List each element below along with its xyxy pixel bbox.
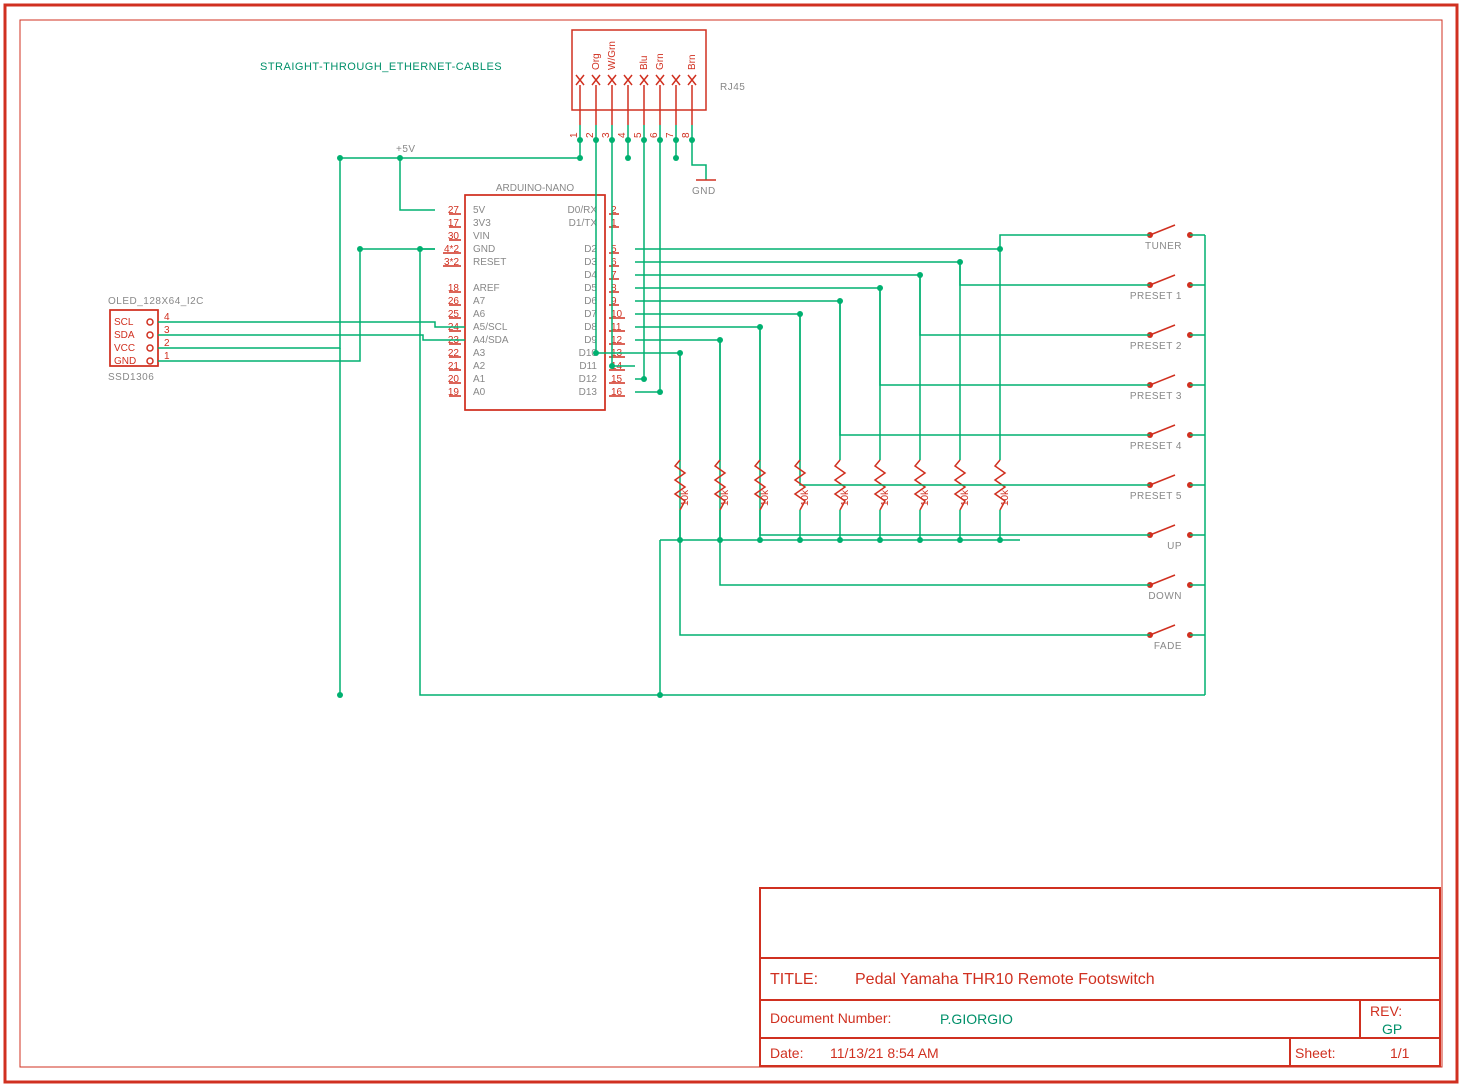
switch-fade: FADE (1154, 641, 1182, 652)
cable-label: STRAIGHT-THROUGH_ETHERNET-CABLES (260, 61, 502, 73)
date-label: Date: (770, 1045, 803, 1061)
resistor-value: 10k (880, 489, 891, 506)
svg-text:A7: A7 (473, 296, 486, 307)
svg-text:GND: GND (473, 244, 495, 255)
svg-text:Brn: Brn (687, 54, 698, 70)
resistor-value: 10k (800, 489, 811, 506)
title-label: TITLE: (770, 971, 818, 988)
sheet-label: Sheet: (1295, 1045, 1335, 1061)
svg-text:VCC: VCC (114, 343, 135, 354)
switch-up: UP (1167, 541, 1182, 552)
svg-text:GND: GND (114, 356, 136, 367)
svg-text:W/Grn: W/Grn (607, 41, 618, 70)
switch-tuner: TUNER (1145, 241, 1182, 252)
svg-text:A1: A1 (473, 374, 486, 385)
svg-text:A2: A2 (473, 361, 486, 372)
arduino-title: ARDUINO-NANO (496, 183, 575, 194)
svg-text:VIN: VIN (473, 231, 490, 242)
svg-text:6: 6 (649, 132, 660, 138)
svg-text:1: 1 (569, 132, 580, 138)
oled-title: OLED_128X64_I2C (108, 296, 204, 307)
svg-text:Grn: Grn (655, 53, 666, 70)
svg-text:3: 3 (601, 132, 612, 138)
svg-text:5V: 5V (473, 205, 486, 216)
switch-down: DOWN (1148, 591, 1182, 602)
doc-value: P.GIORGIO (940, 1011, 1013, 1027)
oled-sub: SSD1306 (108, 372, 154, 383)
svg-text:Blu: Blu (639, 56, 650, 70)
svg-text:A6: A6 (473, 309, 486, 320)
svg-text:D12: D12 (579, 374, 598, 385)
svg-text:4: 4 (617, 132, 628, 138)
title-value: Pedal Yamaha THR10 Remote Footswitch (855, 971, 1155, 988)
resistor-value: 10k (760, 489, 771, 506)
sheet-value: 1/1 (1390, 1045, 1410, 1061)
switch-preset-4: PRESET 4 (1130, 441, 1182, 452)
svg-text:D0/RX: D0/RX (568, 205, 598, 216)
svg-text:8: 8 (681, 132, 692, 138)
svg-text:AREF: AREF (473, 283, 500, 294)
svg-text:Org: Org (591, 53, 602, 70)
resistor-value: 10k (960, 489, 971, 506)
rev-label: REV: (1370, 1003, 1402, 1019)
switch-preset-5: PRESET 5 (1130, 491, 1182, 502)
rj45-label: RJ45 (720, 82, 745, 93)
svg-text:SCL: SCL (114, 317, 134, 328)
sheet-border (5, 5, 1457, 1082)
svg-text:A0: A0 (473, 387, 486, 398)
svg-text:D13: D13 (579, 387, 598, 398)
rev-value: GP (1382, 1021, 1402, 1037)
resistor-value: 10k (840, 489, 851, 506)
switch-preset-3: PRESET 3 (1130, 391, 1182, 402)
svg-text:D11: D11 (579, 361, 597, 372)
svg-text:5: 5 (633, 132, 644, 138)
svg-text:D1/TX: D1/TX (569, 218, 598, 229)
svg-text:A5/SCL: A5/SCL (473, 322, 508, 333)
gnd-label: GND (692, 186, 716, 197)
svg-text:7: 7 (665, 132, 676, 138)
svg-text:SDA: SDA (114, 330, 135, 341)
svg-text:A3: A3 (473, 348, 486, 359)
switch-preset-2: PRESET 2 (1130, 341, 1182, 352)
doc-label: Document Number: (770, 1010, 891, 1026)
plus5v-label: +5V (396, 144, 416, 155)
svg-text:2: 2 (585, 132, 596, 138)
svg-text:A4/SDA: A4/SDA (473, 335, 509, 346)
switch-preset-1: PRESET 1 (1130, 291, 1182, 302)
resistor-value: 10k (920, 489, 931, 506)
schematic-canvas: ARDUINO-NANO5V273V317VIN30GND4*2RESET3*2… (0, 0, 1462, 1087)
date-value: 11/13/21 8:54 AM (830, 1045, 939, 1061)
resistor-value: 10k (1000, 489, 1011, 506)
svg-text:3V3: 3V3 (473, 218, 491, 229)
sheet-inner (20, 20, 1442, 1067)
resistor-value: 10k (720, 489, 731, 506)
svg-text:RESET: RESET (473, 257, 506, 268)
resistor-value: 10k (680, 489, 691, 506)
